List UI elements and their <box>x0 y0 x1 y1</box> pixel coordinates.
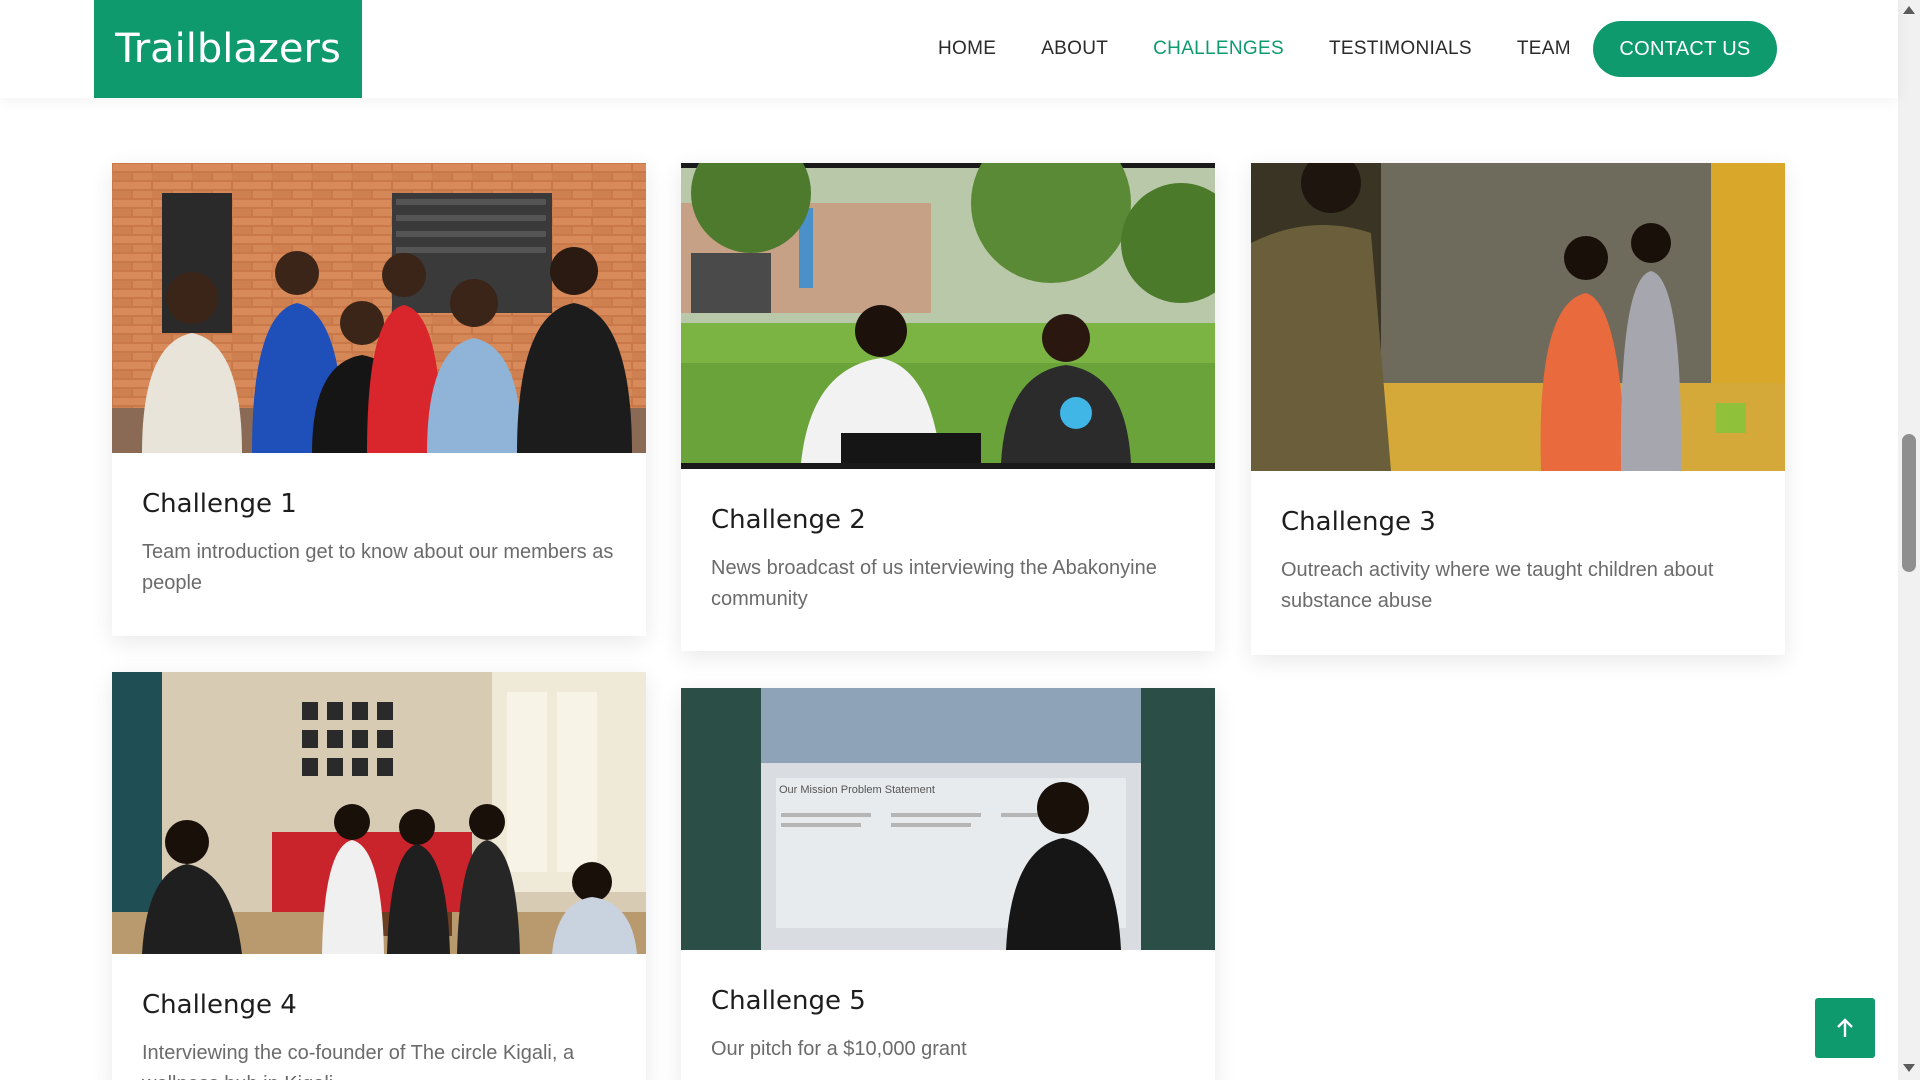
challenge-1-image <box>112 163 646 453</box>
challenge-5-image: Our Mission Problem Statement <box>681 688 1215 950</box>
challenge-1-title: Challenge 1 <box>142 489 297 519</box>
site-header: Trailblazers HOME ABOUT CHALLENGES TESTI… <box>0 0 1898 98</box>
challenge-3-description: Outreach activity where we taught childr… <box>1281 559 1714 612</box>
challenge-card-3[interactable]: Challenge 3 Outreach activity where we t… <box>1251 163 1785 655</box>
challenge-4-description: Interviewing the co-founder of The circl… <box>142 1042 575 1080</box>
challenge-1-description: Team introduction get to know about our … <box>142 541 614 594</box>
challenge-2-description: News broadcast of us interviewing the Ab… <box>711 557 1157 610</box>
main-nav: HOME ABOUT CHALLENGES TESTIMONIALS TEAM <box>938 38 1616 60</box>
challenge-card-5[interactable]: Our Mission Problem Statement Challenge … <box>681 688 1215 1080</box>
brand-name: Trailblazers <box>115 26 341 72</box>
brand-logo[interactable]: Trailblazers <box>94 0 362 98</box>
scroll-down-icon[interactable] <box>1903 1064 1915 1072</box>
challenge-4-image <box>112 672 646 954</box>
challenge-card-1[interactable]: Challenge 1 Team introduction get to kno… <box>112 163 646 636</box>
challenge-3-title: Challenge 3 <box>1281 507 1436 537</box>
nav-home[interactable]: HOME <box>938 38 996 60</box>
challenge-2-title: Challenge 2 <box>711 505 866 535</box>
challenge-5-description: Our pitch for a $10,000 grant <box>711 1038 967 1060</box>
challenge-card-4[interactable]: Challenge 4 Interviewing the co-founder … <box>112 672 646 1080</box>
challenge-4-title: Challenge 4 <box>142 990 297 1020</box>
arrow-up-icon <box>1837 1018 1853 1037</box>
slide-heading: Our Mission Problem Statement <box>779 784 935 796</box>
challenge-5-title: Challenge 5 <box>711 986 866 1016</box>
contact-us-button[interactable]: CONTACT US <box>1593 21 1777 77</box>
nav-about[interactable]: ABOUT <box>1041 38 1108 60</box>
challenge-3-image <box>1251 163 1785 471</box>
challenge-card-2[interactable]: Challenge 2 News broadcast of us intervi… <box>681 163 1215 651</box>
nav-team[interactable]: TEAM <box>1517 38 1571 60</box>
nav-testimonials[interactable]: TESTIMONIALS <box>1329 38 1472 60</box>
scrollbar-thumb[interactable] <box>1902 434 1916 572</box>
challenge-2-image <box>681 163 1215 469</box>
scroll-up-icon[interactable] <box>1903 6 1915 14</box>
back-to-top-button[interactable] <box>1815 998 1875 1058</box>
nav-challenges[interactable]: CHALLENGES <box>1153 38 1284 60</box>
